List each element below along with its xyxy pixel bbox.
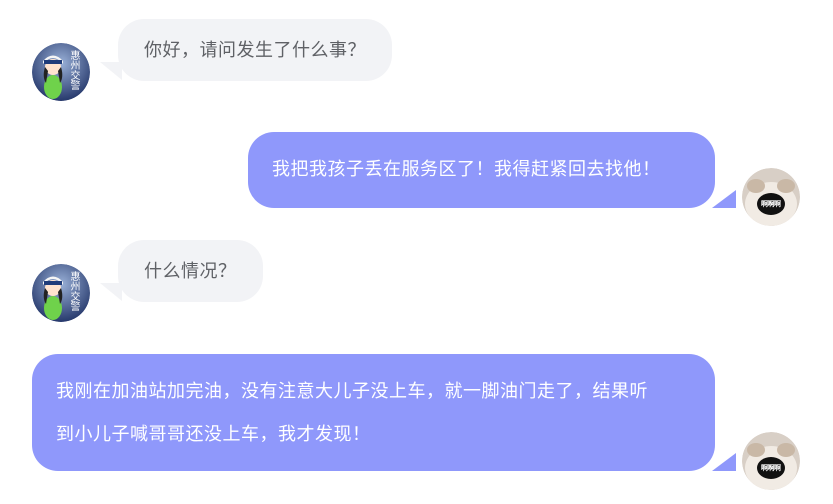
bubble-tail xyxy=(100,62,122,80)
police-badge-text: 惠州交警 xyxy=(68,271,79,311)
message-text: 我把我孩子丢在服务区了！我得赶紧回去找他！ xyxy=(272,159,661,180)
message-text-line-2: 到小儿子喊哥哥还没上车，我才发现！ xyxy=(56,424,371,445)
user-avatar-image xyxy=(742,432,800,490)
police-avatar[interactable]: 惠州交警 xyxy=(32,43,90,101)
bubble-tail xyxy=(100,283,122,301)
bubble-tail xyxy=(712,453,736,471)
bubble-tail xyxy=(712,190,736,208)
message-text: 什么情况？ xyxy=(144,261,237,282)
message-bubble[interactable]: 你好，请问发生了什么事？ xyxy=(118,19,392,81)
user-mouth-text: 啊啊啊 xyxy=(761,464,781,472)
police-avatar-image xyxy=(32,264,90,322)
police-badge-text: 惠州交警 xyxy=(68,50,79,90)
police-avatar[interactable]: 惠州交警 xyxy=(32,264,90,322)
message-bubble[interactable]: 我刚在加油站加完油，没有注意大儿子没上车，就一脚油门走了，结果听 到小儿子喊哥哥… xyxy=(32,354,715,471)
message-bubble[interactable]: 什么情况？ xyxy=(118,240,263,302)
user-mouth-text: 啊啊啊 xyxy=(761,200,781,208)
police-avatar-image xyxy=(32,43,90,101)
message-bubble[interactable]: 我把我孩子丢在服务区了！我得赶紧回去找他！ xyxy=(248,132,715,208)
user-avatar[interactable]: 啊啊啊 xyxy=(742,432,800,490)
user-avatar-image xyxy=(742,168,800,226)
message-text-line-1: 我刚在加油站加完油，没有注意大儿子没上车，就一脚油门走了，结果听 xyxy=(56,381,648,402)
message-text: 你好，请问发生了什么事？ xyxy=(144,40,366,61)
user-avatar[interactable]: 啊啊啊 xyxy=(742,168,800,226)
